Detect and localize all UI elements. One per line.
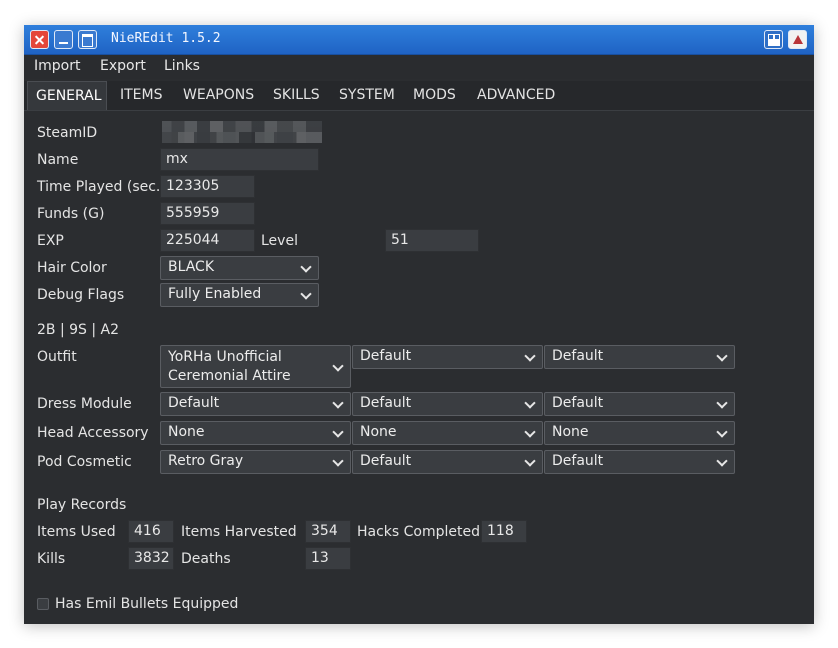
outfit-2b-value: YoRHa Unofficial Ceremonial Attire	[168, 349, 291, 384]
window-title: NieREdit 1.5.2	[111, 31, 221, 46]
steamid-label: SteamID	[37, 125, 98, 141]
pod-a2-select[interactable]: Default	[544, 450, 735, 474]
chevron-down-icon	[300, 261, 312, 273]
characters-header: 2B | 9S | A2	[37, 322, 120, 338]
chevron-down-icon	[716, 426, 728, 438]
funds-input[interactable]: 555959	[160, 202, 255, 225]
play-records-header: Play Records	[37, 497, 127, 513]
name-label: Name	[37, 152, 79, 168]
level-label: Level	[261, 233, 298, 249]
pod-2b-select[interactable]: Retro Gray	[160, 450, 351, 474]
chevron-down-icon	[332, 426, 344, 438]
name-input[interactable]: mx	[160, 148, 319, 171]
chevron-down-icon	[524, 426, 536, 438]
pod-cosmetic-label: Pod Cosmetic	[37, 454, 132, 470]
chevron-down-icon	[300, 288, 312, 300]
menu-links[interactable]: Links	[164, 58, 200, 74]
exp-input[interactable]: 225044	[160, 229, 255, 252]
tab-skills[interactable]: SKILLS	[273, 81, 320, 110]
chevron-down-icon	[716, 350, 728, 362]
kills-input[interactable]: 3832	[128, 547, 174, 570]
time-played-input[interactable]: 123305	[160, 175, 255, 198]
debug-flags-select[interactable]: Fully Enabled	[160, 283, 319, 307]
app-logo-icon	[788, 30, 807, 49]
app-window: NieREdit 1.5.2 Import Export Links GENER…	[24, 25, 814, 624]
funds-label: Funds (G)	[37, 206, 105, 222]
outfit-label: Outfit	[37, 349, 77, 365]
tab-items[interactable]: ITEMS	[120, 81, 163, 110]
maximize-icon[interactable]	[78, 30, 97, 49]
emil-bullets-label: Has Emil Bullets Equipped	[55, 596, 239, 612]
items-harvested-label: Items Harvested	[181, 524, 297, 540]
hair-color-value: BLACK	[168, 259, 215, 275]
chevron-down-icon	[332, 359, 344, 372]
outfit-9s-value: Default	[360, 348, 412, 364]
head-9s-select[interactable]: None	[352, 421, 543, 445]
menu-bar: Import Export Links	[24, 55, 814, 79]
chevron-down-icon	[524, 397, 536, 409]
hair-color-select[interactable]: BLACK	[160, 256, 319, 280]
dress-module-label: Dress Module	[37, 396, 132, 412]
hacks-completed-input[interactable]: 118	[481, 520, 527, 543]
kills-label: Kills	[37, 551, 66, 567]
debug-flags-value: Fully Enabled	[168, 286, 262, 302]
dress-9s-select[interactable]: Default	[352, 392, 543, 416]
time-played-label: Time Played (sec.)	[37, 179, 166, 195]
head-accessory-label: Head Accessory	[37, 425, 149, 441]
pod-2b-value: Retro Gray	[168, 453, 244, 469]
menu-export[interactable]: Export	[100, 58, 146, 74]
chevron-down-icon	[716, 455, 728, 467]
minimize-icon[interactable]	[54, 30, 73, 49]
exp-label: EXP	[37, 233, 64, 249]
tab-mods[interactable]: MODS	[413, 81, 456, 110]
head-a2-select[interactable]: None	[544, 421, 735, 445]
chevron-down-icon	[332, 455, 344, 467]
tile-windows-icon[interactable]	[764, 30, 783, 49]
hair-color-label: Hair Color	[37, 260, 107, 276]
chevron-down-icon	[524, 350, 536, 362]
outfit-2b-select[interactable]: YoRHa Unofficial Ceremonial Attire	[160, 345, 351, 388]
dress-a2-value: Default	[552, 395, 604, 411]
pod-9s-value: Default	[360, 453, 412, 469]
chevron-down-icon	[716, 397, 728, 409]
emil-bullets-checkbox[interactable]	[37, 598, 49, 610]
menu-import[interactable]: Import	[34, 58, 80, 74]
pod-9s-select[interactable]: Default	[352, 450, 543, 474]
chevron-down-icon	[332, 397, 344, 409]
deaths-input[interactable]: 13	[305, 547, 351, 570]
title-bar: NieREdit 1.5.2	[24, 25, 814, 55]
outfit-a2-value: Default	[552, 348, 604, 364]
debug-flags-label: Debug Flags	[37, 287, 125, 303]
level-input[interactable]: 51	[385, 229, 479, 252]
items-used-input[interactable]: 416	[128, 520, 174, 543]
tab-system[interactable]: SYSTEM	[339, 81, 395, 110]
dress-2b-value: Default	[168, 395, 220, 411]
head-2b-select[interactable]: None	[160, 421, 351, 445]
tab-bar: GENERAL ITEMS WEAPONS SKILLS SYSTEM MODS…	[24, 81, 814, 111]
items-used-label: Items Used	[37, 524, 116, 540]
items-harvested-input[interactable]: 354	[305, 520, 351, 543]
dress-2b-select[interactable]: Default	[160, 392, 351, 416]
tab-advanced[interactable]: ADVANCED	[477, 81, 555, 110]
steamid-redacted-field	[162, 121, 322, 143]
deaths-label: Deaths	[181, 551, 231, 567]
tab-weapons[interactable]: WEAPONS	[183, 81, 254, 110]
dress-9s-value: Default	[360, 395, 412, 411]
chevron-down-icon	[524, 455, 536, 467]
dress-a2-select[interactable]: Default	[544, 392, 735, 416]
close-icon[interactable]	[30, 30, 49, 49]
head-a2-value: None	[552, 424, 589, 440]
outfit-9s-select[interactable]: Default	[352, 345, 543, 369]
outfit-a2-select[interactable]: Default	[544, 345, 735, 369]
head-2b-value: None	[168, 424, 205, 440]
tab-general[interactable]: GENERAL	[27, 81, 107, 110]
hacks-completed-label: Hacks Completed	[357, 524, 481, 540]
head-9s-value: None	[360, 424, 397, 440]
pod-a2-value: Default	[552, 453, 604, 469]
